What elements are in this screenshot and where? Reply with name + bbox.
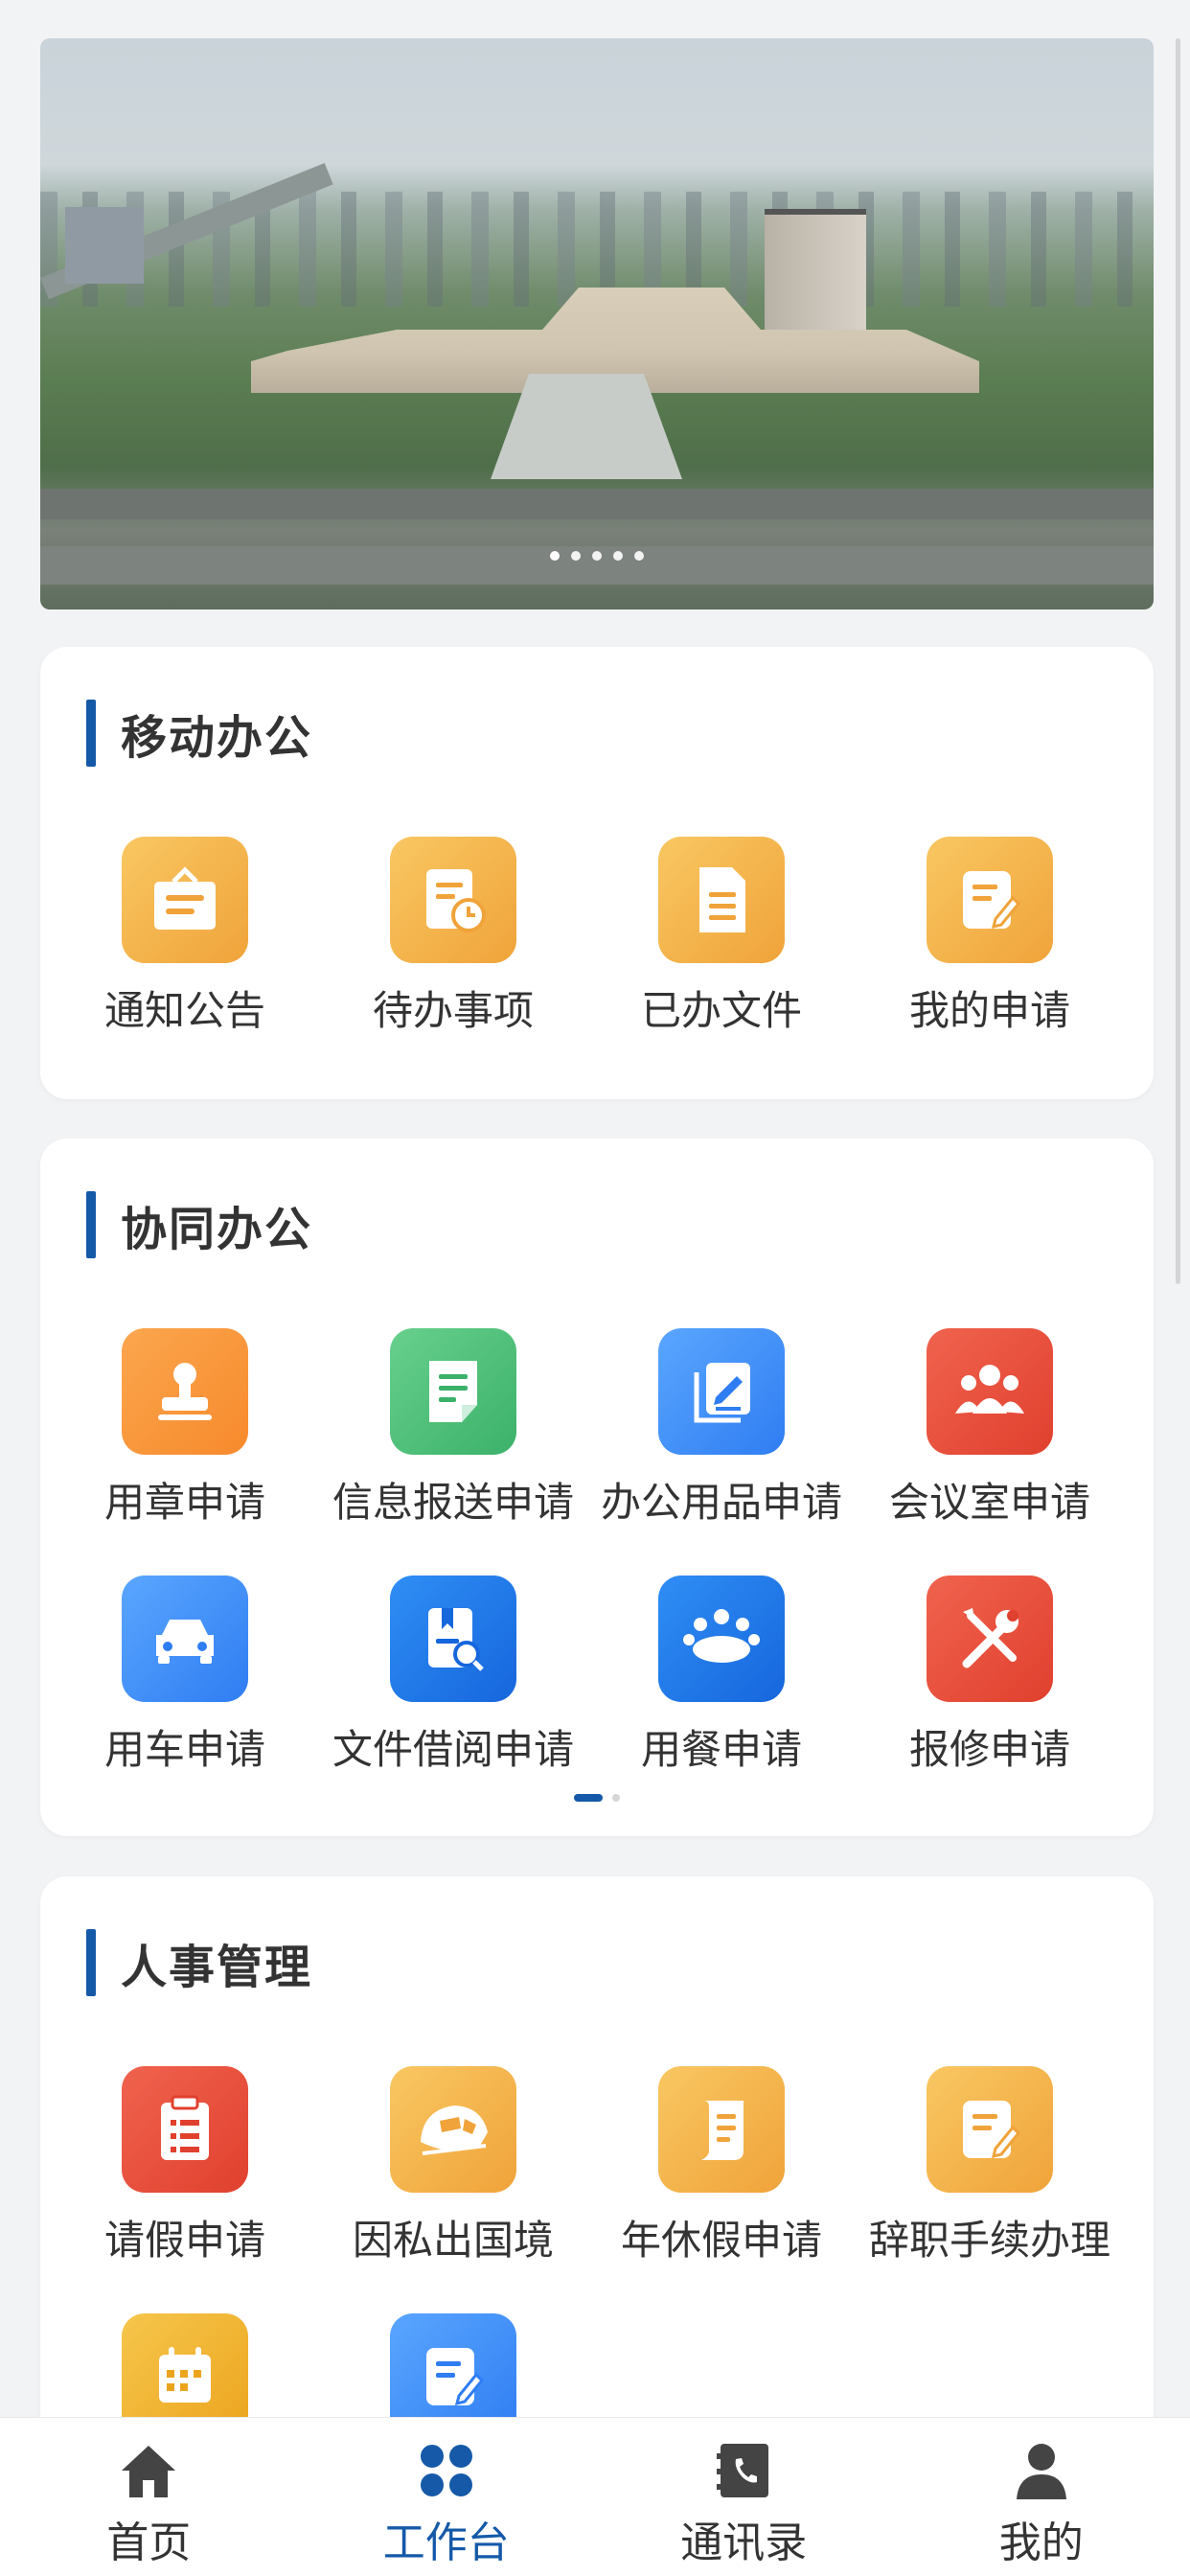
tab-contacts[interactable]: 通讯录: [595, 2418, 893, 2576]
tile-resignation[interactable]: 辞职手续办理: [851, 2066, 1129, 2266]
tab-home[interactable]: 首页: [0, 2418, 298, 2576]
tab-label: 通讯录: [680, 2518, 808, 2567]
meeting-people-icon: [927, 1328, 1053, 1455]
stamp-icon: [122, 1328, 248, 1455]
tile-leave[interactable]: 请假申请: [46, 2066, 324, 2266]
tile-done-files[interactable]: 已办文件: [583, 837, 860, 1037]
road: [40, 489, 1154, 519]
report-doc-icon: [390, 1328, 516, 1455]
pager-dot[interactable]: [612, 1794, 620, 1802]
tab-label: 首页: [106, 2518, 192, 2567]
section-header: 人事管理: [86, 1928, 312, 1997]
tile-file-borrow[interactable]: 文件借阅申请: [314, 1576, 592, 1776]
workbench-icon: [413, 2437, 480, 2504]
contacts-icon: [710, 2437, 777, 2504]
distant-building: [65, 207, 144, 284]
carousel-dot[interactable]: [634, 551, 644, 561]
borrow-doc-icon: [390, 1576, 516, 1702]
tile-vehicle[interactable]: 用车申请: [46, 1576, 324, 1776]
travel-train-icon: [390, 2066, 516, 2193]
tile-todo[interactable]: 待办事项: [314, 837, 592, 1037]
carousel-dot[interactable]: [613, 551, 623, 561]
user-icon: [1008, 2437, 1075, 2504]
tile-label: 因私出国境: [352, 2217, 554, 2264]
section-pager: [574, 1794, 620, 1802]
section-header: 移动办公: [86, 699, 312, 768]
tile-label: 请假申请: [103, 2217, 265, 2264]
tile-info-report[interactable]: 信息报送申请: [314, 1328, 592, 1529]
tile-seal-application[interactable]: 用章申请: [46, 1328, 324, 1529]
tile-label: 我的申请: [908, 987, 1070, 1034]
edit-form-icon: [927, 2066, 1053, 2193]
tile-label: 已办文件: [640, 987, 802, 1034]
tile-label: 用章申请: [103, 1479, 265, 1526]
tile-label: 辞职手续办理: [868, 2217, 1110, 2264]
tile-repair[interactable]: 报修申请: [851, 1576, 1129, 1776]
tile-private-travel[interactable]: 因私出国境: [314, 2066, 592, 2266]
tab-mine[interactable]: 我的: [893, 2418, 1190, 2576]
tile-label: 通知公告: [103, 987, 265, 1034]
title-accent-bar: [86, 1191, 96, 1258]
carousel-dot[interactable]: [592, 551, 602, 561]
tile-dining[interactable]: 用餐申请: [583, 1576, 860, 1776]
pager-dot-active[interactable]: [574, 1794, 603, 1802]
tile-label: 办公用品申请: [600, 1479, 842, 1526]
tile-label: 用餐申请: [640, 1726, 802, 1773]
section-title: 移动办公: [121, 711, 313, 765]
tile-annual-leave[interactable]: 年休假申请: [583, 2066, 860, 2266]
carousel-dot[interactable]: [550, 551, 560, 561]
title-accent-bar: [86, 700, 96, 767]
banner-carousel[interactable]: [40, 38, 1154, 610]
home-icon: [115, 2437, 182, 2504]
edit-form-icon: [927, 837, 1053, 963]
leave-clipboard-icon: [122, 2066, 248, 2193]
title-accent-bar: [86, 1929, 96, 1996]
tile-label: 待办事项: [372, 987, 534, 1034]
tile-label: 信息报送申请: [332, 1479, 574, 1526]
tab-workbench[interactable]: 工作台: [298, 2418, 596, 2576]
supplies-icon: [658, 1328, 785, 1455]
document-icon: [658, 837, 785, 963]
carousel-indicator: [550, 551, 644, 561]
section-collaborative-office: 协同办公 用章申请 信息报送申请 办公用品申请 会议室申请 用车申请 文件借阅申…: [40, 1138, 1154, 1836]
section-mobile-office: 移动办公 通知公告 待办事项 已办文件 我的申请: [40, 647, 1154, 1099]
dining-group-icon: [658, 1576, 785, 1702]
tile-label: 用车申请: [103, 1726, 265, 1773]
section-header: 协同办公: [86, 1190, 312, 1259]
repair-tools-icon: [927, 1576, 1053, 1702]
tile-label: 年休假申请: [620, 2217, 822, 2264]
tile-notice[interactable]: 通知公告: [46, 837, 324, 1037]
scrollbar[interactable]: [1176, 38, 1180, 1284]
notice-board-icon: [122, 837, 248, 963]
tile-my-applications[interactable]: 我的申请: [851, 837, 1129, 1037]
tab-label: 我的: [998, 2518, 1084, 2567]
tile-label: 报修申请: [908, 1726, 1070, 1773]
section-title: 人事管理: [121, 1941, 313, 1994]
section-title: 协同办公: [121, 1203, 313, 1256]
tab-label: 工作台: [382, 2518, 510, 2567]
bottom-tab-bar: 首页 工作台 通讯录 我的: [0, 2417, 1190, 2576]
tile-label: 会议室申请: [888, 1479, 1090, 1526]
scroll-icon: [658, 2066, 785, 2193]
tile-label: 文件借阅申请: [332, 1726, 574, 1773]
todo-clock-icon: [390, 837, 516, 963]
tile-meeting-room[interactable]: 会议室申请: [851, 1328, 1129, 1529]
car-icon: [122, 1576, 248, 1702]
carousel-dot[interactable]: [571, 551, 581, 561]
tile-office-supplies[interactable]: 办公用品申请: [583, 1328, 860, 1529]
